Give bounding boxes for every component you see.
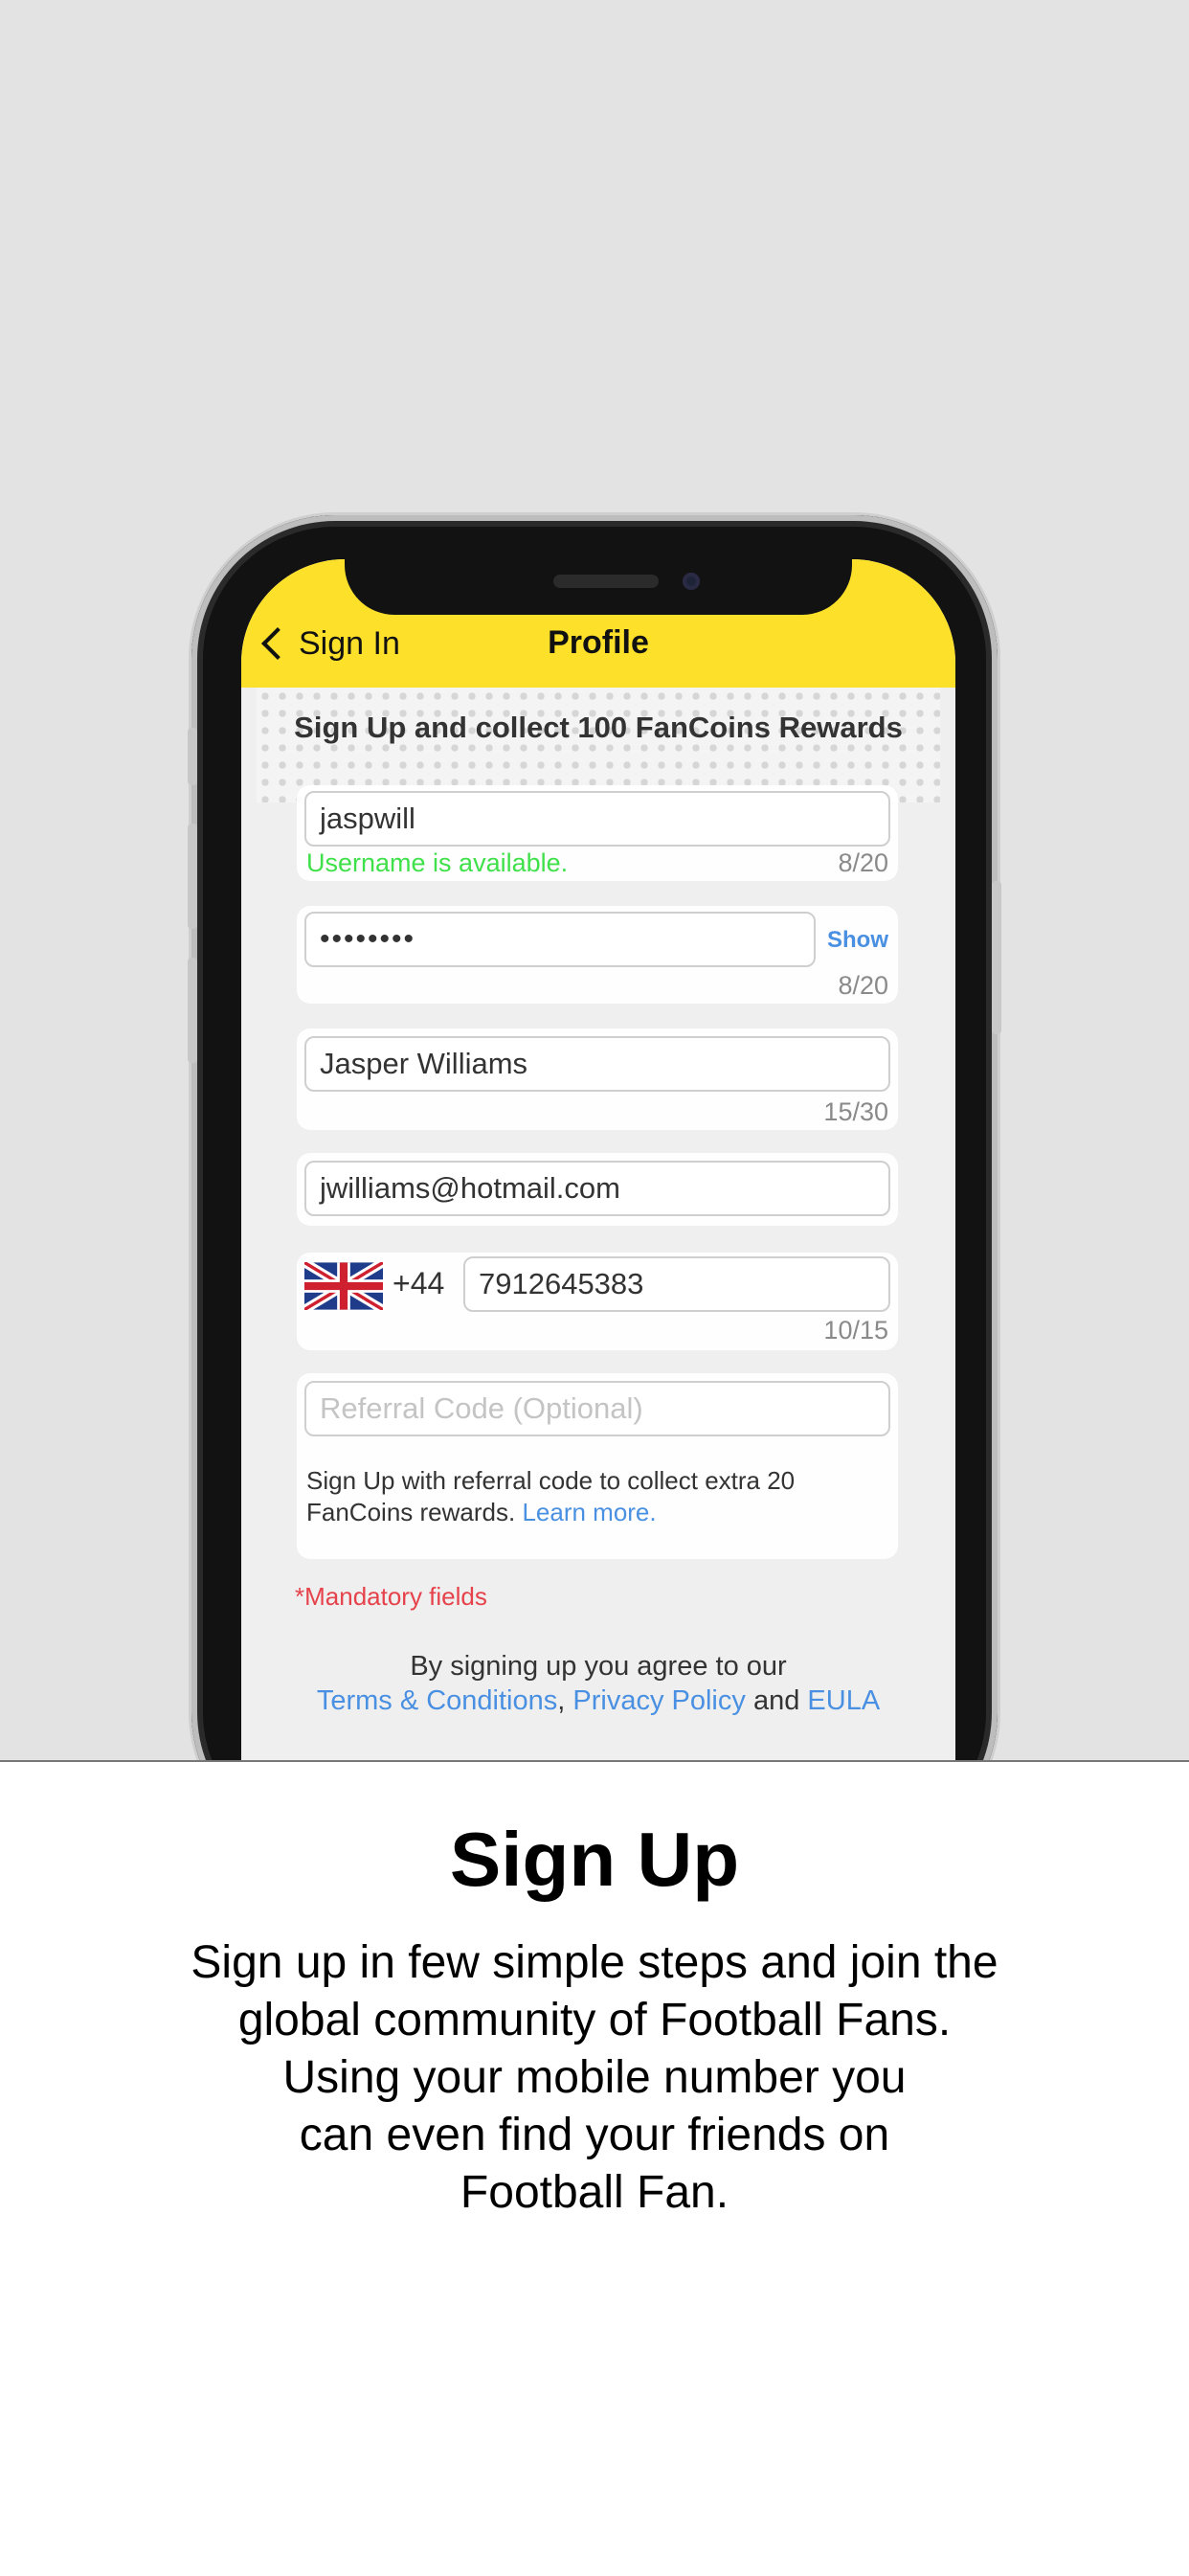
agreement-separator: , (557, 1685, 566, 1716)
phone-number-input[interactable]: 7912645383 (463, 1256, 890, 1312)
name-counter: 15/30 (823, 1097, 888, 1126)
signup-form: Sign Up and collect 100 FanCoins Rewards… (257, 688, 940, 1842)
username-card: jaspwill Username is available. 8/20 (297, 785, 898, 881)
referral-card: Referral Code (Optional) Sign Up with re… (297, 1373, 898, 1559)
description-panel: Sign Up Sign up in few simple steps and … (0, 1760, 1189, 2576)
phone-counter: 10/15 (823, 1316, 888, 1344)
agreement-intro: By signing up you agree to our (410, 1651, 787, 1682)
eula-link[interactable]: EULA (807, 1685, 880, 1716)
uk-flag-icon[interactable] (304, 1262, 383, 1310)
full-name-input[interactable]: Jasper Williams (304, 1036, 890, 1092)
name-card: Jasper Williams 15/30 (297, 1028, 898, 1130)
referral-code-input[interactable]: Referral Code (Optional) (304, 1381, 890, 1436)
panel-line: can even find your friends on (299, 2110, 890, 2160)
page-title: Profile (548, 624, 649, 661)
panel-line: global community of Football Fans. (237, 1995, 952, 2045)
referral-note: Sign Up with referral code to collect ex… (306, 1465, 888, 1528)
password-card: •••••••• Show 8/20 (297, 906, 898, 1004)
username-status: Username is available. (306, 848, 569, 877)
form-heading: Sign Up and collect 100 FanCoins Rewards (294, 711, 903, 744)
mandatory-fields-note: *Mandatory fields (295, 1582, 487, 1611)
phone-side-button (188, 958, 197, 1063)
speaker-grille (553, 575, 659, 588)
panel-line: Football Fan. (460, 2167, 729, 2218)
panel-line: Using your mobile number you (282, 2052, 907, 2103)
learn-more-link[interactable]: Learn more. (522, 1498, 656, 1526)
terms-agreement: By signing up you agree to our Terms & C… (257, 1649, 940, 1718)
phone-notch (345, 559, 852, 615)
camera-icon (683, 573, 700, 590)
panel-line: Sign up in few simple steps and join the (191, 1937, 998, 1988)
country-code[interactable]: +44 (393, 1266, 444, 1301)
privacy-policy-link[interactable]: Privacy Policy (572, 1685, 746, 1716)
username-input[interactable]: jaspwill (304, 791, 890, 847)
panel-description: Sign up in few simple steps and join the… (153, 1934, 1036, 2222)
password-counter: 8/20 (838, 971, 888, 1000)
phone-power-button (992, 881, 1001, 1034)
agreement-links: Terms & Conditions, Privacy Policy and E… (257, 1683, 940, 1718)
phone-card: +44 7912645383 10/15 (297, 1253, 898, 1350)
terms-link[interactable]: Terms & Conditions (317, 1685, 557, 1716)
phone-screen: Sign In Profile Sign Up and collect 100 … (241, 559, 955, 1842)
username-counter: 8/20 (838, 848, 888, 877)
phone-side-button (188, 824, 197, 929)
panel-title: Sign Up (449, 1817, 740, 1902)
password-input[interactable]: •••••••• (304, 912, 816, 967)
email-card: jwilliams@hotmail.com (297, 1153, 898, 1226)
email-input[interactable]: jwilliams@hotmail.com (304, 1161, 890, 1216)
agreement-and: and (752, 1685, 800, 1716)
show-password-button[interactable]: Show (827, 927, 888, 954)
phone-side-button (188, 728, 197, 785)
